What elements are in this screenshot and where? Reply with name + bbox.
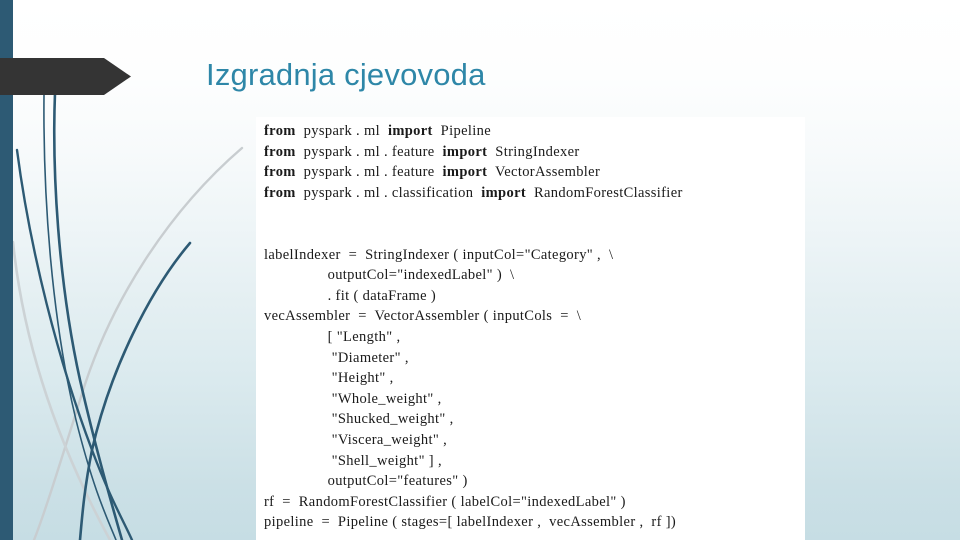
code-token: "Shell_weight" ] ,	[264, 452, 442, 469]
code-listing-image: from pyspark . ml import Pipeline from py…	[256, 117, 805, 540]
code-keyword: import	[387, 123, 433, 139]
code-token: "Whole_weight" ,	[264, 390, 442, 407]
code-line: vecAssembler = VectorAssembler ( inputCo…	[264, 306, 683, 327]
code-line: "Shucked_weight" ,	[264, 409, 683, 430]
code-keyword: from	[264, 143, 296, 160]
code-token: RandomForestClassifier	[526, 184, 683, 201]
code-token: outputCol="features" )	[264, 473, 468, 490]
code-keyword: from	[264, 123, 296, 139]
code-line: from pyspark . ml . classification impor…	[264, 183, 683, 204]
code-keyword: import	[481, 184, 527, 201]
code-token: "Shucked_weight" ,	[264, 411, 454, 428]
code-token: pyspark . ml . feature	[295, 143, 443, 160]
code-line: [ "Length" ,	[264, 327, 683, 348]
code-token: pipeline = Pipeline ( stages=[ labelInde…	[264, 514, 677, 531]
code-token: outputCol="indexedLabel" ) \	[264, 267, 515, 284]
swoosh-light-lower	[11, 240, 112, 540]
code-token: rf = RandomForestClassifier ( labelCol="…	[264, 493, 626, 510]
code-line: from pyspark . ml . feature import Vecto…	[264, 162, 683, 183]
code-line: "Whole_weight" ,	[264, 389, 683, 410]
code-token: "Viscera_weight" ,	[264, 431, 448, 448]
code-line: from pyspark . ml . feature import Strin…	[264, 142, 683, 163]
code-line: outputCol="features" )	[264, 471, 683, 492]
code-line: "Viscera_weight" ,	[264, 430, 683, 451]
code-lines-container: from pyspark . ml import Pipeline from py…	[256, 117, 683, 533]
code-line: from pyspark . ml import Pipeline	[264, 121, 683, 142]
slide-canvas: Izgradnja cjevovoda from pyspark . ml im…	[0, 0, 960, 540]
swoosh-dark-long	[52, 91, 124, 540]
code-line: labelIndexer = StringIndexer ( inputCol=…	[264, 245, 683, 266]
code-line	[264, 224, 683, 245]
swoosh-light-long	[32, 146, 244, 540]
code-line: . fit ( dataFrame )	[264, 286, 683, 307]
code-line: "Height" ,	[264, 368, 683, 389]
code-keyword: import	[442, 143, 488, 160]
code-line: outputCol="indexedLabel" ) \	[264, 265, 683, 286]
code-token: [ "Length" ,	[264, 328, 401, 345]
code-token: "Height" ,	[264, 370, 394, 387]
code-token: StringIndexer	[487, 143, 580, 160]
code-token: labelIndexer = StringIndexer ( inputCol=…	[264, 246, 614, 263]
swoosh-dark-short	[78, 241, 192, 540]
code-keyword: import	[442, 164, 488, 181]
page-title: Izgradnja cjevovoda	[206, 57, 486, 92]
swoosh-dark-steep	[15, 148, 134, 540]
swoosh-dark-thin	[43, 94, 117, 540]
code-line	[264, 203, 683, 224]
arrow-banner-shape	[0, 58, 131, 95]
code-token: pyspark . ml . feature	[295, 164, 443, 181]
code-line: pipeline = Pipeline ( stages=[ labelInde…	[264, 512, 683, 533]
code-token: . fit ( dataFrame )	[264, 287, 437, 304]
code-line: rf = RandomForestClassifier ( labelCol="…	[264, 492, 683, 513]
code-token: vecAssembler = VectorAssembler ( inputCo…	[264, 308, 582, 325]
code-token: pyspark . ml . classification	[295, 184, 482, 201]
code-token: VectorAssembler	[487, 164, 601, 181]
code-line: "Shell_weight" ] ,	[264, 451, 683, 472]
code-token: pyspark . ml	[295, 123, 388, 139]
code-token: "Diameter" ,	[264, 349, 409, 366]
code-keyword: from	[264, 184, 296, 201]
code-line: "Diameter" ,	[264, 348, 683, 369]
code-keyword: from	[264, 164, 296, 181]
code-token: Pipeline	[432, 123, 492, 139]
